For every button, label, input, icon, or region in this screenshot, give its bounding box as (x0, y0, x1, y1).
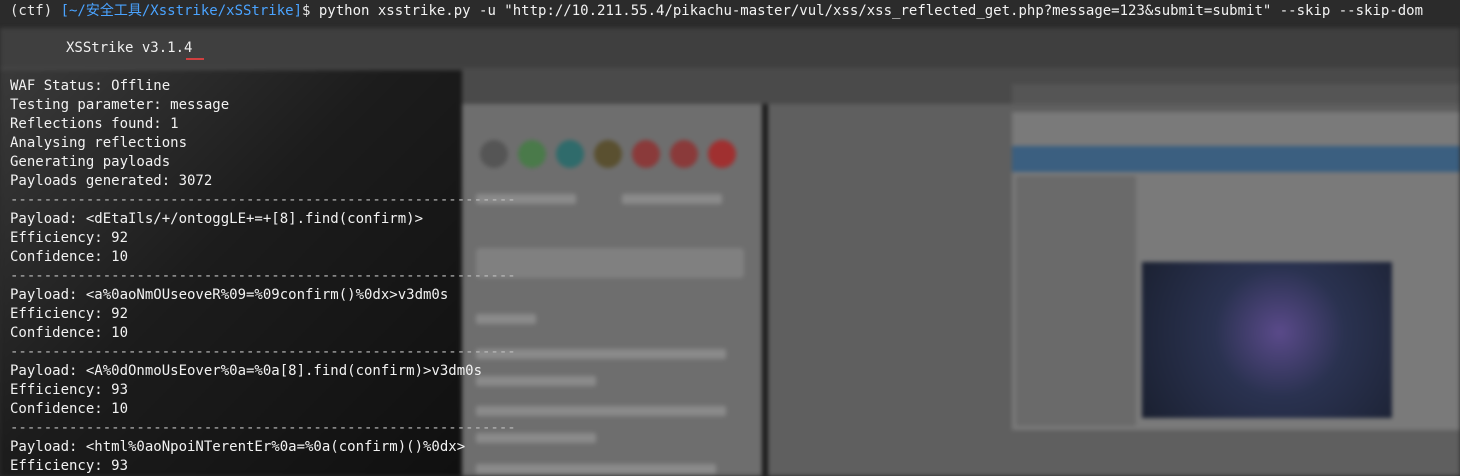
testing-parameter: Testing parameter: message (10, 97, 230, 113)
reflections-found: Reflections found: 1 (10, 116, 179, 132)
separator: ----------------------------------------… (10, 344, 516, 360)
tool-title: XSStrike v3.1.4 (66, 40, 193, 56)
payload-2: Payload: <a%0aoNmOUseoveR%09=%09confirm(… (10, 287, 449, 303)
prompt-env: (ctf) (10, 3, 61, 19)
prompt-dollar: $ (302, 3, 319, 19)
command-prompt-line: (ctf) [~/安全工具/Xsstrike/xSStrike]$ python… (10, 2, 1423, 21)
waf-status: WAF Status: Offline (10, 78, 171, 94)
confidence-3: Confidence: 10 (10, 401, 129, 417)
payload-3: Payload: <A%0dOnmoUsEover%0a=%0a[8].find… (10, 363, 483, 379)
confidence-2: Confidence: 10 (10, 325, 129, 341)
command-text[interactable]: python xsstrike.py -u "http://10.211.55.… (319, 3, 1423, 19)
confidence-1: Confidence: 10 (10, 249, 129, 265)
separator: ----------------------------------------… (10, 192, 516, 208)
payload-1: Payload: <dEtaIls/+/ontoggLE+=+[8].find(… (10, 211, 424, 227)
prompt-path: [~/安全工具/Xsstrike/xSStrike] (60, 3, 303, 19)
payload-4: Payload: <html%0aoNpoiNTerentEr%0a=%0a(c… (10, 439, 466, 455)
terminal-output: (ctf) [~/安全工具/Xsstrike/xSStrike]$ python… (0, 0, 1460, 476)
payloads-generated: Payloads generated: 3072 (10, 173, 213, 189)
separator: ----------------------------------------… (10, 420, 516, 436)
analysing-reflections: Analysing reflections (10, 135, 188, 151)
efficiency-3: Efficiency: 93 (10, 382, 129, 398)
efficiency-1: Efficiency: 92 (10, 230, 129, 246)
separator: ----------------------------------------… (10, 268, 516, 284)
efficiency-4: Efficiency: 93 (10, 458, 129, 474)
efficiency-2: Efficiency: 92 (10, 306, 129, 322)
title-underline (186, 58, 204, 60)
generating-payloads: Generating payloads (10, 154, 171, 170)
